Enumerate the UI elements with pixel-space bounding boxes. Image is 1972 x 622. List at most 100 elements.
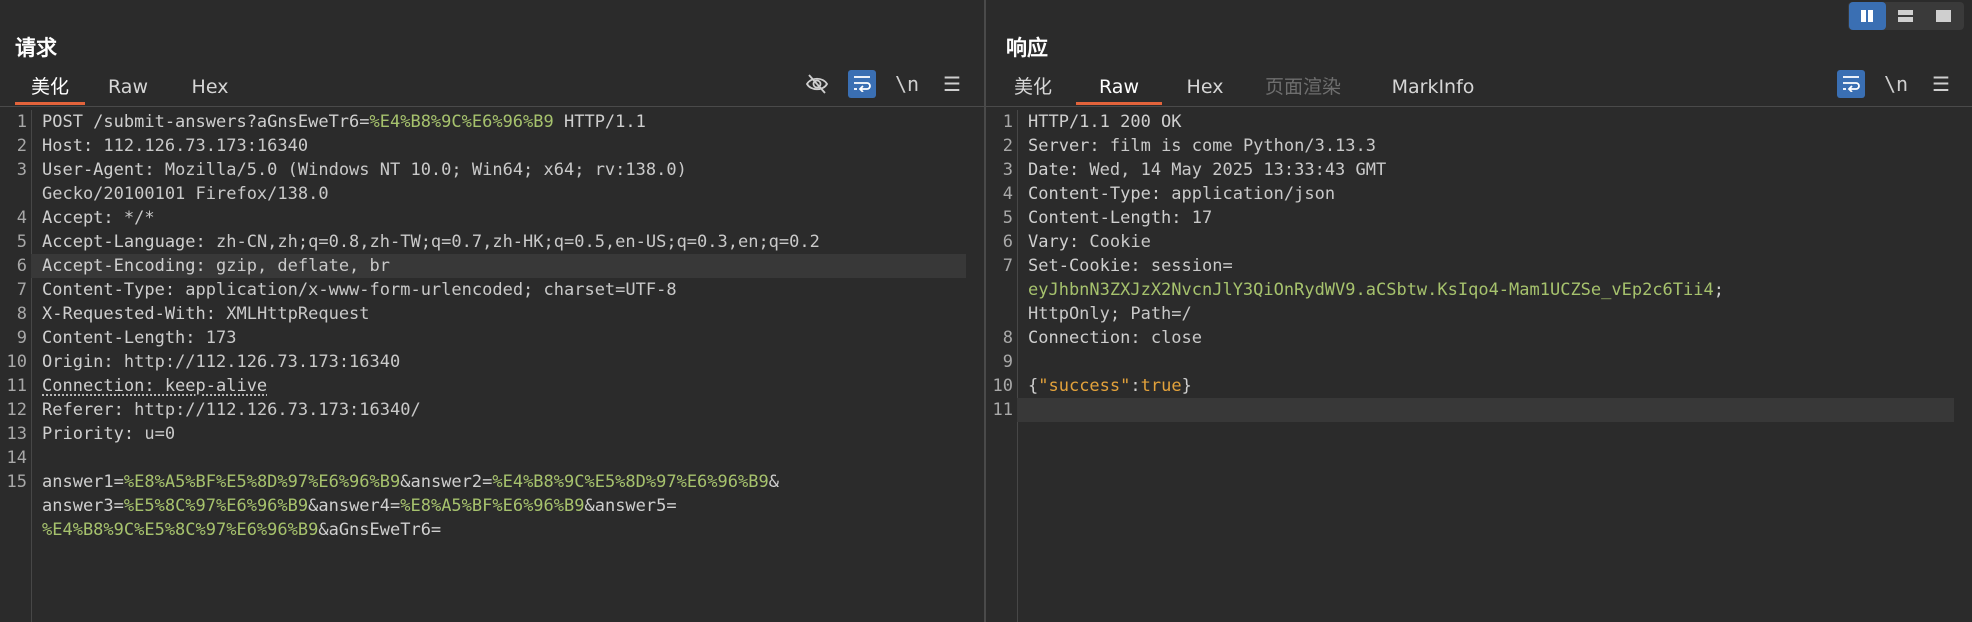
code-line: 11 Connection: keep-alive <box>0 374 984 398</box>
code-line: 9 Content-Length: 173 <box>0 326 984 350</box>
tab-raw[interactable]: Raw <box>1076 72 1162 105</box>
code-token: Mozilla/5.0 (Windows NT 10.0; Win64; x64… <box>164 160 687 180</box>
code-token: &answer4= <box>308 496 401 516</box>
code-token: %E8%A5%BF%E6%96%B9 <box>400 496 585 516</box>
line-number: 1 <box>1002 112 1013 132</box>
code-line: HttpOnly; Path=/ <box>986 302 1972 326</box>
line-content: answer1=%E8%A5%BF%E5%8D%97%E6%96%B9&answ… <box>42 470 779 494</box>
code-token: Vary: <box>1028 232 1090 252</box>
code-line: 11 <box>993 398 1954 422</box>
line-number: 4 <box>1002 184 1013 204</box>
code-line: 3 User-Agent: Mozilla/5.0 (Windows NT 10.… <box>0 158 984 182</box>
code-token: application/x-www-form-urlencoded; chars… <box>185 280 677 300</box>
code-token: Server: <box>1028 136 1110 156</box>
http-message-viewer: 请求 美化 Raw Hex \n ☰ 1 POST /submit-answer… <box>0 0 1972 622</box>
tab-render[interactable]: 页面渲染 <box>1262 72 1344 105</box>
line-content: answer3=%E5%8C%97%E6%96%B9&answer4=%E8%A… <box>42 494 677 518</box>
line-content: Accept: */* <box>42 206 155 230</box>
menu-icon[interactable]: ☰ <box>938 70 966 98</box>
code-line: 4 Content-Type: application/json <box>986 182 1972 206</box>
word-wrap-icon[interactable] <box>1837 70 1865 98</box>
line-content: Set-Cookie: session= <box>1028 254 1233 278</box>
code-token: &answer5= <box>584 496 677 516</box>
code-token: Priority: <box>42 424 145 444</box>
split-horizontal-icon[interactable] <box>1887 2 1924 30</box>
tab-hex[interactable]: Hex <box>180 72 240 105</box>
code-token: Set-Cookie: <box>1028 256 1151 276</box>
line-number: 7 <box>1002 256 1013 276</box>
line-number: 14 <box>6 448 27 468</box>
line-number: 5 <box>16 232 27 252</box>
line-number: 6 <box>1002 232 1013 252</box>
code-line: 1 HTTP/1.1 200 OK <box>986 110 1972 134</box>
newline-toggle[interactable]: \n <box>1882 70 1910 98</box>
line-content: Accept-Encoding: gzip, deflate, br <box>42 254 390 278</box>
code-line: %E4%B8%9C%E5%8C%97%E6%96%B9&aGnsEweTr6= <box>0 518 984 542</box>
code-line: 2 Host: 112.126.73.173:16340 <box>0 134 984 158</box>
code-token: Cookie <box>1089 232 1151 252</box>
code-token: u=0 <box>144 424 176 444</box>
line-content: eyJhbnN3ZXJzX2NvcnJlY3QiOnRydWV9.aCSbtw.… <box>1028 278 1724 302</box>
code-token: Date: <box>1028 160 1090 180</box>
split-vertical-icon[interactable] <box>1849 2 1886 30</box>
tab-pretty[interactable]: 美化 <box>1010 72 1056 105</box>
code-token: */* <box>123 208 155 228</box>
line-number: 8 <box>16 304 27 324</box>
code-token: 173 <box>205 328 237 348</box>
code-token: "success" <box>1038 376 1131 396</box>
hide-non-printable-icon[interactable] <box>803 70 831 98</box>
line-content: Gecko/20100101 Firefox/138.0 <box>42 182 329 206</box>
code-token: User-Agent: <box>42 160 165 180</box>
tab-hex[interactable]: Hex <box>1181 72 1229 105</box>
code-token: POST /submit-answers?aGnsEweTr6= <box>42 112 370 132</box>
word-wrap-icon[interactable] <box>848 70 876 98</box>
code-token: session= <box>1150 256 1233 276</box>
menu-icon[interactable]: ☰ <box>1927 70 1955 98</box>
code-token: answer3= <box>42 496 124 516</box>
response-tabs: 美化 Raw Hex 页面渲染 MarkInfo <box>986 72 1972 107</box>
request-editor[interactable]: 1 POST /submit-answers?aGnsEweTr6=%E4%B8%… <box>0 110 984 622</box>
code-token: &answer2= <box>400 472 493 492</box>
line-number: 8 <box>1002 328 1013 348</box>
tab-pretty[interactable]: 美化 <box>15 72 85 105</box>
code-line: Gecko/20100101 Firefox/138.0 <box>0 182 984 206</box>
line-number: 15 <box>6 472 27 492</box>
line-content: Connection: keep-alive <box>42 374 267 398</box>
line-content: {"success":true} <box>1028 374 1192 398</box>
code-token: & <box>768 472 779 492</box>
line-number: 2 <box>16 136 27 156</box>
tab-raw[interactable]: Raw <box>98 72 158 105</box>
line-content: Host: 112.126.73.173:16340 <box>42 134 308 158</box>
code-line: 5 Accept-Language: zh-CN,zh;q=0.8,zh-TW;q… <box>0 230 984 254</box>
code-line: 9 <box>986 350 1972 374</box>
code-line: 13 Priority: u=0 <box>0 422 984 446</box>
code-line: 10 Origin: http://112.126.73.173:16340 <box>0 350 984 374</box>
code-token: Content-Type: <box>42 280 186 300</box>
code-token: Accept-Encoding: <box>42 256 216 276</box>
line-number: 11 <box>992 400 1013 420</box>
code-token: ; <box>1713 280 1724 300</box>
code-token: http://112.126.73.173:16340/ <box>134 400 421 420</box>
line-content: X-Requested-With: XMLHttpRequest <box>42 302 370 326</box>
code-line: 7 Content-Type: application/x-www-form-ur… <box>0 278 984 302</box>
response-pane: 响应 美化 Raw Hex 页面渲染 MarkInfo \n ☰ 1 HTTP/1… <box>986 0 1972 622</box>
tab-markinfo[interactable]: MarkInfo <box>1388 72 1478 105</box>
code-token: Accept: <box>42 208 124 228</box>
line-content: HttpOnly; Path=/ <box>1028 302 1192 326</box>
line-number: 11 <box>6 376 27 396</box>
line-number: 12 <box>6 400 27 420</box>
request-tabs: 美化 Raw Hex <box>0 72 984 107</box>
code-token: : <box>1130 376 1141 396</box>
code-token: } <box>1181 376 1192 396</box>
newline-toggle[interactable]: \n <box>893 70 921 98</box>
code-line: 14 <box>0 446 984 470</box>
line-number: 10 <box>992 376 1013 396</box>
line-number: 9 <box>1002 352 1013 372</box>
response-editor[interactable]: 1 HTTP/1.1 200 OK 2 Server: film is come Py… <box>986 110 1972 622</box>
code-line: 6 Vary: Cookie <box>986 230 1972 254</box>
code-token: Gecko/20100101 Firefox/138.0 <box>42 184 329 204</box>
single-pane-icon[interactable] <box>1925 2 1962 30</box>
code-token: 17 <box>1191 208 1213 228</box>
code-token: zh-CN,zh;q=0.8,zh-TW;q=0.7,zh-HK;q=0.5,e… <box>216 232 820 252</box>
line-content: Origin: http://112.126.73.173:16340 <box>42 350 400 374</box>
